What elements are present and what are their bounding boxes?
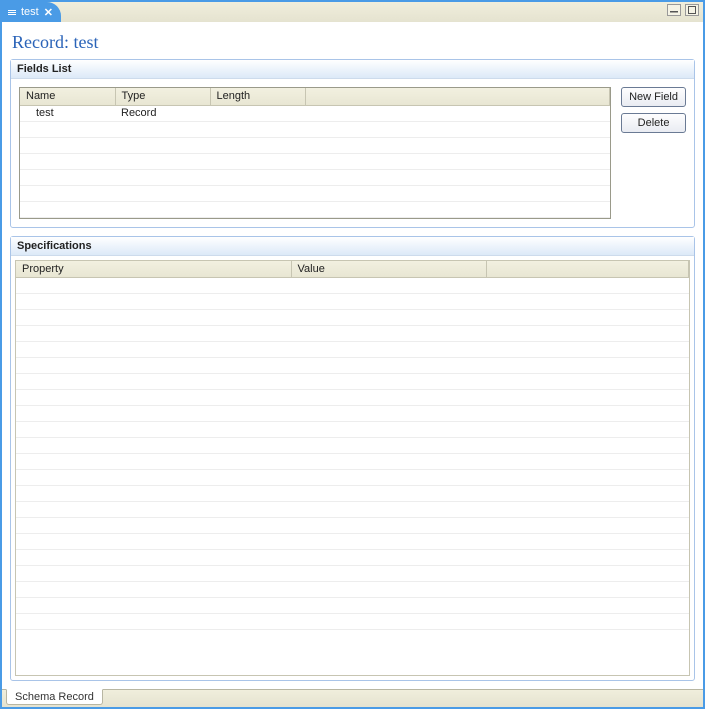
table-row[interactable] [16, 566, 689, 582]
tab-label: test [21, 6, 39, 18]
col-property[interactable]: Property [16, 261, 291, 278]
fields-table[interactable]: Name Type Length test Record [19, 87, 611, 219]
specs-header-row: Property Value [16, 261, 689, 278]
editor-window: test ✕ Record: test Fields List N [0, 0, 705, 709]
table-row[interactable] [16, 470, 689, 486]
maximize-button[interactable] [685, 4, 699, 16]
col-length[interactable]: Length [210, 88, 305, 105]
col-type[interactable]: Type [115, 88, 210, 105]
table-row[interactable] [20, 137, 610, 153]
fields-list-header: Fields List [11, 60, 694, 79]
cell-extra [305, 105, 610, 121]
table-row[interactable] [16, 534, 689, 550]
titlebar: test ✕ [2, 2, 703, 22]
table-row[interactable] [16, 278, 689, 294]
table-row[interactable] [16, 550, 689, 566]
col-value[interactable]: Value [291, 261, 486, 278]
specifications-table[interactable]: Property Value [15, 260, 690, 677]
fields-buttons: New Field Delete [621, 87, 686, 219]
cell-name: test [20, 105, 115, 121]
table-row[interactable] [20, 153, 610, 169]
table-row[interactable] [16, 294, 689, 310]
menu-icon [8, 10, 16, 15]
minimize-icon [670, 7, 678, 13]
table-row[interactable] [16, 358, 689, 374]
table-row[interactable] [16, 614, 689, 630]
table-row[interactable] [16, 406, 689, 422]
new-field-button[interactable]: New Field [621, 87, 686, 107]
specifications-section: Specifications Property Value [10, 236, 695, 682]
fields-header-row: Name Type Length [20, 88, 610, 105]
footer-tab-bar: Schema Record [2, 689, 703, 707]
window-controls [667, 4, 699, 16]
col-extra[interactable] [305, 88, 610, 105]
table-row[interactable] [16, 518, 689, 534]
table-row[interactable] [20, 201, 610, 217]
minimize-button[interactable] [667, 4, 681, 16]
tab-schema-record[interactable]: Schema Record [6, 689, 103, 705]
table-row[interactable] [16, 422, 689, 438]
close-icon[interactable]: ✕ [44, 6, 53, 19]
table-row[interactable] [16, 454, 689, 470]
table-row[interactable] [16, 342, 689, 358]
fields-list-section: Fields List Name Type Length [10, 59, 695, 228]
table-row[interactable] [16, 438, 689, 454]
table-row[interactable] [16, 374, 689, 390]
table-row[interactable] [16, 582, 689, 598]
content-area: Record: test Fields List Name Type Lengt… [2, 22, 703, 707]
specifications-header: Specifications [11, 237, 694, 256]
table-row[interactable] [20, 169, 610, 185]
delete-button[interactable]: Delete [621, 113, 686, 133]
col-spec-extra[interactable] [486, 261, 689, 278]
table-row[interactable] [16, 390, 689, 406]
table-row[interactable] [20, 121, 610, 137]
table-row[interactable] [16, 502, 689, 518]
table-row[interactable] [16, 486, 689, 502]
table-row[interactable] [16, 326, 689, 342]
table-row[interactable] [16, 598, 689, 614]
page-title: Record: test [10, 28, 695, 59]
cell-length [210, 105, 305, 121]
active-tab[interactable]: test ✕ [2, 2, 61, 22]
table-row[interactable] [16, 310, 689, 326]
table-row[interactable] [20, 185, 610, 201]
maximize-icon [688, 6, 696, 14]
fields-list-body: Name Type Length test Record [11, 79, 694, 227]
col-name[interactable]: Name [20, 88, 115, 105]
table-row[interactable]: test Record [20, 105, 610, 121]
cell-type: Record [115, 105, 210, 121]
specifications-body: Property Value [11, 256, 694, 681]
